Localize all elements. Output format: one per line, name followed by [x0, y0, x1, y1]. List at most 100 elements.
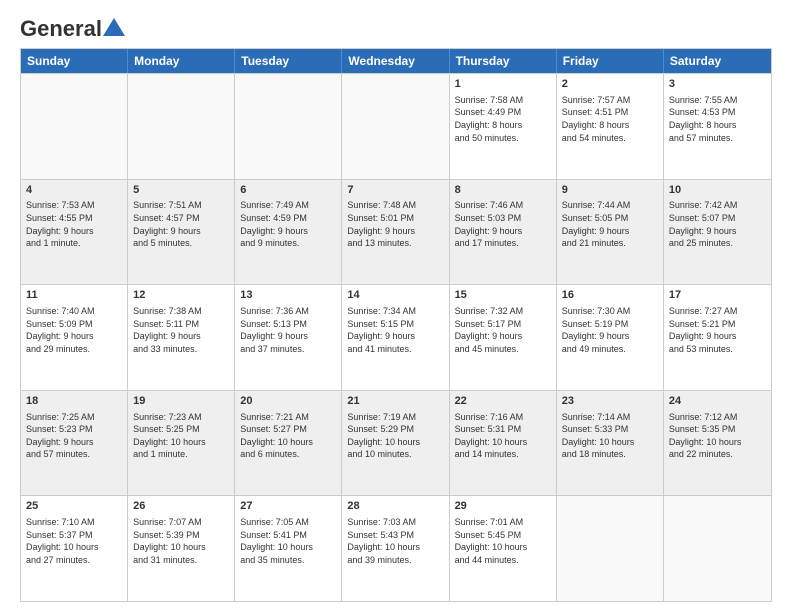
day-number: 22 [455, 394, 551, 409]
weekday-header-wednesday: Wednesday [342, 49, 449, 73]
calendar-cell: 3 Sunrise: 7:55 AM Sunset: 4:53 PM Daylig… [664, 74, 771, 179]
day-number: 8 [455, 183, 551, 198]
calendar-cell: 28 Sunrise: 7:03 AM Sunset: 5:43 PM Dayli… [342, 496, 449, 601]
calendar-page: General SundayMondayTuesdayWednesdayThur… [0, 0, 792, 612]
calendar-cell: 5Sunrise: 7:51 AM Sunset: 4:57 PM Daylig… [128, 180, 235, 285]
logo-text-general: General [20, 16, 102, 42]
calendar-cell: 27 Sunrise: 7:05 AM Sunset: 5:41 PM Dayli… [235, 496, 342, 601]
weekday-header-sunday: Sunday [21, 49, 128, 73]
day-info: Sunrise: 7:55 AM Sunset: 4:53 PM Dayligh… [669, 94, 766, 144]
day-info: Sunrise: 7:51 AM Sunset: 4:57 PM Dayligh… [133, 199, 229, 249]
calendar-cell [21, 74, 128, 179]
day-number: 23 [562, 394, 658, 409]
day-info: Sunrise: 7:16 AM Sunset: 5:31 PM Dayligh… [455, 411, 551, 461]
day-number: 18 [26, 394, 122, 409]
day-info: Sunrise: 7:38 AM Sunset: 5:11 PM Dayligh… [133, 305, 229, 355]
calendar-cell: 18 Sunrise: 7:25 AM Sunset: 5:23 PM Dayli… [21, 391, 128, 496]
day-number: 7 [347, 183, 443, 198]
calendar-cell [557, 496, 664, 601]
calendar-cell: 8Sunrise: 7:46 AM Sunset: 5:03 PM Daylig… [450, 180, 557, 285]
day-info: Sunrise: 7:05 AM Sunset: 5:41 PM Dayligh… [240, 516, 336, 566]
calendar-cell: 9Sunrise: 7:44 AM Sunset: 5:05 PM Daylig… [557, 180, 664, 285]
calendar-cell: 4Sunrise: 7:53 AM Sunset: 4:55 PM Daylig… [21, 180, 128, 285]
day-number: 27 [240, 499, 336, 514]
day-number: 20 [240, 394, 336, 409]
day-number: 15 [455, 288, 551, 303]
calendar-header-row: SundayMondayTuesdayWednesdayThursdayFrid… [21, 49, 771, 73]
weekday-header-thursday: Thursday [450, 49, 557, 73]
calendar-cell: 17Sunrise: 7:27 AM Sunset: 5:21 PM Dayli… [664, 285, 771, 390]
weekday-header-tuesday: Tuesday [235, 49, 342, 73]
day-info: Sunrise: 7:40 AM Sunset: 5:09 PM Dayligh… [26, 305, 122, 355]
day-number: 28 [347, 499, 443, 514]
day-number: 29 [455, 499, 551, 514]
day-info: Sunrise: 7:23 AM Sunset: 5:25 PM Dayligh… [133, 411, 229, 461]
calendar-cell [342, 74, 449, 179]
calendar-row-3: 18 Sunrise: 7:25 AM Sunset: 5:23 PM Dayli… [21, 390, 771, 496]
weekday-header-monday: Monday [128, 49, 235, 73]
calendar-row-0: 1 Sunrise: 7:58 AM Sunset: 4:49 PM Daylig… [21, 73, 771, 179]
calendar-body: 1 Sunrise: 7:58 AM Sunset: 4:49 PM Daylig… [21, 73, 771, 601]
calendar-cell: 12 Sunrise: 7:38 AM Sunset: 5:11 PM Dayli… [128, 285, 235, 390]
day-number: 25 [26, 499, 122, 514]
day-number: 9 [562, 183, 658, 198]
day-number: 21 [347, 394, 443, 409]
day-number: 2 [562, 77, 658, 92]
calendar-cell: 7Sunrise: 7:48 AM Sunset: 5:01 PM Daylig… [342, 180, 449, 285]
calendar-cell: 25 Sunrise: 7:10 AM Sunset: 5:37 PM Dayli… [21, 496, 128, 601]
day-number: 1 [455, 77, 551, 92]
day-info: Sunrise: 7:34 AM Sunset: 5:15 PM Dayligh… [347, 305, 443, 355]
day-info: Sunrise: 7:14 AM Sunset: 5:33 PM Dayligh… [562, 411, 658, 461]
day-number: 26 [133, 499, 229, 514]
day-info: Sunrise: 7:53 AM Sunset: 4:55 PM Dayligh… [26, 199, 122, 249]
calendar-cell: 26 Sunrise: 7:07 AM Sunset: 5:39 PM Dayli… [128, 496, 235, 601]
day-info: Sunrise: 7:48 AM Sunset: 5:01 PM Dayligh… [347, 199, 443, 249]
calendar-cell [664, 496, 771, 601]
day-number: 14 [347, 288, 443, 303]
calendar-cell [128, 74, 235, 179]
day-info: Sunrise: 7:44 AM Sunset: 5:05 PM Dayligh… [562, 199, 658, 249]
day-number: 24 [669, 394, 766, 409]
day-info: Sunrise: 7:30 AM Sunset: 5:19 PM Dayligh… [562, 305, 658, 355]
day-info: Sunrise: 7:32 AM Sunset: 5:17 PM Dayligh… [455, 305, 551, 355]
day-info: Sunrise: 7:03 AM Sunset: 5:43 PM Dayligh… [347, 516, 443, 566]
day-number: 6 [240, 183, 336, 198]
calendar-cell: 22 Sunrise: 7:16 AM Sunset: 5:31 PM Dayli… [450, 391, 557, 496]
day-info: Sunrise: 7:58 AM Sunset: 4:49 PM Dayligh… [455, 94, 551, 144]
day-info: Sunrise: 7:25 AM Sunset: 5:23 PM Dayligh… [26, 411, 122, 461]
day-info: Sunrise: 7:57 AM Sunset: 4:51 PM Dayligh… [562, 94, 658, 144]
day-number: 19 [133, 394, 229, 409]
day-info: Sunrise: 7:49 AM Sunset: 4:59 PM Dayligh… [240, 199, 336, 249]
calendar-cell: 16Sunrise: 7:30 AM Sunset: 5:19 PM Dayli… [557, 285, 664, 390]
calendar-cell: 19 Sunrise: 7:23 AM Sunset: 5:25 PM Dayli… [128, 391, 235, 496]
calendar-row-4: 25 Sunrise: 7:10 AM Sunset: 5:37 PM Dayli… [21, 495, 771, 601]
calendar-cell: 14 Sunrise: 7:34 AM Sunset: 5:15 PM Dayli… [342, 285, 449, 390]
day-info: Sunrise: 7:19 AM Sunset: 5:29 PM Dayligh… [347, 411, 443, 461]
calendar-cell: 13 Sunrise: 7:36 AM Sunset: 5:13 PM Dayli… [235, 285, 342, 390]
day-info: Sunrise: 7:27 AM Sunset: 5:21 PM Dayligh… [669, 305, 766, 355]
day-info: Sunrise: 7:12 AM Sunset: 5:35 PM Dayligh… [669, 411, 766, 461]
day-info: Sunrise: 7:07 AM Sunset: 5:39 PM Dayligh… [133, 516, 229, 566]
calendar: SundayMondayTuesdayWednesdayThursdayFrid… [20, 48, 772, 602]
calendar-row-1: 4Sunrise: 7:53 AM Sunset: 4:55 PM Daylig… [21, 179, 771, 285]
calendar-cell: 20Sunrise: 7:21 AM Sunset: 5:27 PM Dayli… [235, 391, 342, 496]
weekday-header-saturday: Saturday [664, 49, 771, 73]
calendar-cell: 24 Sunrise: 7:12 AM Sunset: 5:35 PM Dayli… [664, 391, 771, 496]
calendar-cell: 21 Sunrise: 7:19 AM Sunset: 5:29 PM Dayli… [342, 391, 449, 496]
calendar-cell: 23 Sunrise: 7:14 AM Sunset: 5:33 PM Dayli… [557, 391, 664, 496]
day-number: 5 [133, 183, 229, 198]
logo: General [20, 16, 125, 38]
day-number: 4 [26, 183, 122, 198]
day-info: Sunrise: 7:10 AM Sunset: 5:37 PM Dayligh… [26, 516, 122, 566]
calendar-cell: 10Sunrise: 7:42 AM Sunset: 5:07 PM Dayli… [664, 180, 771, 285]
calendar-cell: 1 Sunrise: 7:58 AM Sunset: 4:49 PM Daylig… [450, 74, 557, 179]
calendar-cell: 15 Sunrise: 7:32 AM Sunset: 5:17 PM Dayli… [450, 285, 557, 390]
day-number: 11 [26, 288, 122, 303]
day-info: Sunrise: 7:42 AM Sunset: 5:07 PM Dayligh… [669, 199, 766, 249]
day-info: Sunrise: 7:01 AM Sunset: 5:45 PM Dayligh… [455, 516, 551, 566]
calendar-cell: 29 Sunrise: 7:01 AM Sunset: 5:45 PM Dayli… [450, 496, 557, 601]
day-info: Sunrise: 7:36 AM Sunset: 5:13 PM Dayligh… [240, 305, 336, 355]
day-number: 12 [133, 288, 229, 303]
day-number: 13 [240, 288, 336, 303]
day-number: 3 [669, 77, 766, 92]
